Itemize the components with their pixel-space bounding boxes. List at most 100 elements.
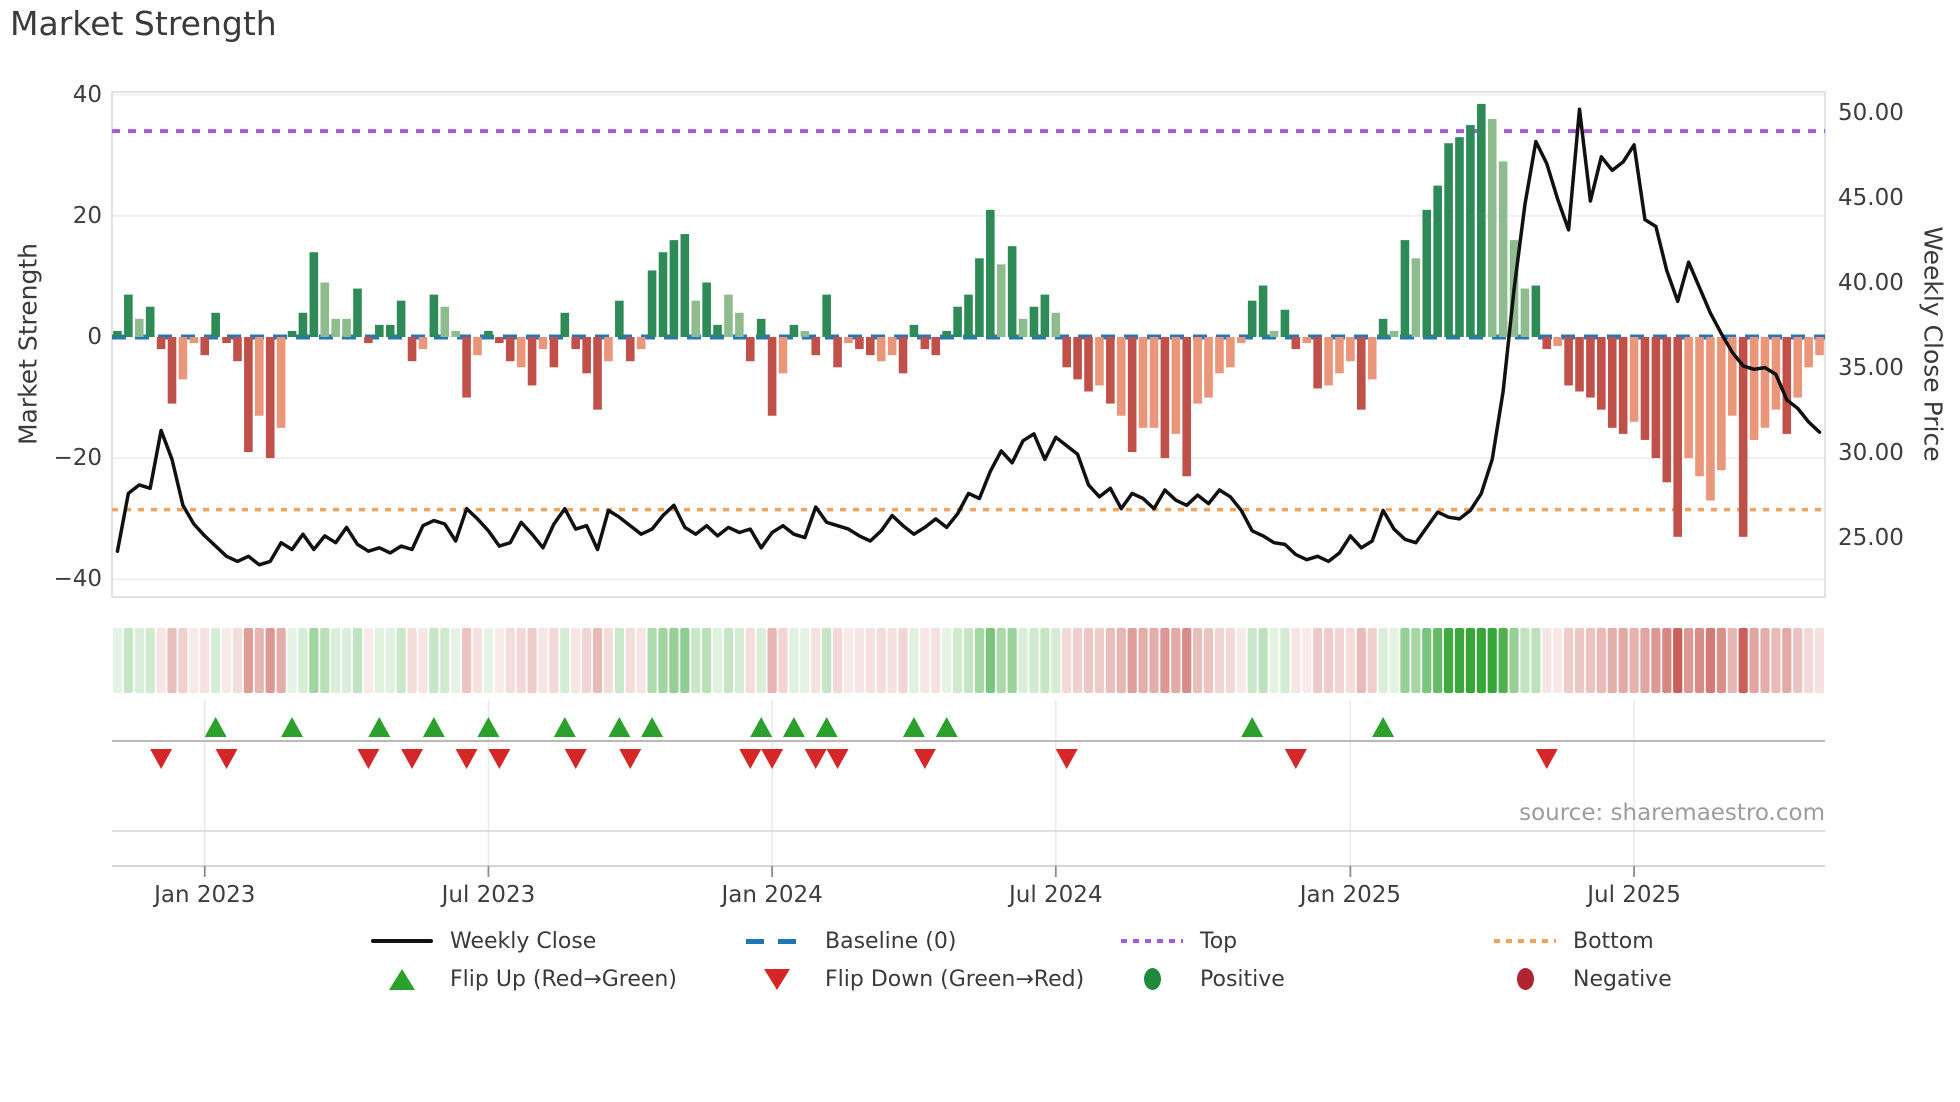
heatmap-cell <box>1433 628 1443 693</box>
strength-bar <box>1051 312 1061 337</box>
strength-bar <box>1007 246 1017 337</box>
strength-bar <box>451 330 460 337</box>
strength-bar <box>1106 337 1115 404</box>
flip-up-marker <box>935 717 958 737</box>
chart-canvas <box>111 91 1826 877</box>
heatmap-cell <box>614 628 624 693</box>
heatmap-cell <box>778 628 788 693</box>
left-axis-tick: 20 <box>72 202 102 229</box>
heatmap-cell <box>1585 628 1596 693</box>
flip-down-marker <box>357 749 380 769</box>
heatmap-cell <box>1465 628 1475 693</box>
heatmap-cell <box>1531 628 1541 693</box>
top-dotted-line-icon <box>1120 939 1184 943</box>
x-axis-tick: Jul 2023 <box>441 882 536 908</box>
strength-bar <box>156 337 166 350</box>
strength-bar <box>931 337 941 356</box>
strength-bar <box>582 337 591 374</box>
strength-bar <box>1815 337 1824 356</box>
heatmap-cell <box>1182 628 1192 693</box>
strength-bar <box>1597 337 1606 410</box>
flip-up-marker <box>1372 717 1395 737</box>
heatmap-cell <box>440 628 450 693</box>
heatmap-cell <box>1618 628 1628 693</box>
heatmap-cell <box>363 628 374 693</box>
heatmap-cell <box>1629 628 1639 693</box>
heatmap-cell <box>287 628 297 693</box>
flip-down-marker <box>1535 749 1558 769</box>
heatmap-cell <box>789 628 799 693</box>
strength-bar <box>385 324 395 337</box>
strength-bar <box>1204 337 1213 398</box>
strength-bar <box>593 337 602 410</box>
strength-bar <box>975 258 984 337</box>
strength-bar <box>407 337 417 362</box>
heatmap-cell <box>1018 628 1028 693</box>
heatmap-cell <box>887 628 897 693</box>
heatmap-cell <box>1280 628 1290 693</box>
strength-bar <box>724 294 733 337</box>
strength-bar <box>604 337 613 362</box>
strength-bar <box>298 312 308 337</box>
strength-bar <box>189 337 199 344</box>
strength-bar <box>615 300 624 337</box>
heatmap-cell <box>1094 628 1105 693</box>
legend-label: Positive <box>1200 966 1285 992</box>
right-axis-tick: 25.00 <box>1838 524 1904 551</box>
heatmap-cell <box>1323 628 1334 693</box>
chart-figure: Market Strength Market Strength Weekly C… <box>0 0 1960 1102</box>
strength-bar <box>1193 337 1202 404</box>
x-axis-tick: Jan 2025 <box>1299 882 1402 908</box>
legend-item-baseline: Baseline (0) <box>745 925 956 957</box>
heatmap-cell <box>854 628 864 693</box>
heatmap-cell <box>1378 628 1388 693</box>
heatmap-cell <box>1498 628 1508 693</box>
strength-bar <box>549 337 559 368</box>
strength-bar <box>505 337 515 362</box>
flip-down-marker <box>826 749 849 769</box>
strength-bar <box>178 337 188 380</box>
strength-bar <box>1706 337 1715 501</box>
strength-bar <box>909 324 919 337</box>
heatmap-cell <box>1029 628 1039 693</box>
heatmap-cell <box>1062 628 1072 693</box>
heatmap-cell <box>1793 628 1803 693</box>
strength-bar <box>735 312 744 337</box>
strength-bar <box>1531 285 1541 337</box>
heatmap-cell <box>996 628 1006 693</box>
strength-bar <box>222 337 231 344</box>
strength-bar <box>942 330 951 337</box>
legend-label: Top <box>1200 928 1238 954</box>
heatmap-cell <box>1236 628 1246 693</box>
strength-bar <box>636 337 646 350</box>
strength-bar <box>1182 337 1192 477</box>
heatmap-cell <box>942 628 952 693</box>
strength-bar <box>309 252 319 337</box>
heatmap-cell <box>1367 628 1377 693</box>
strength-bar <box>1149 337 1159 428</box>
heatmap-cell <box>647 628 657 693</box>
legend-label: Flip Up (Red→Green) <box>450 966 677 992</box>
heatmap-cell <box>1684 628 1694 693</box>
strength-bar <box>953 306 962 337</box>
x-axis-tick: Jan 2023 <box>154 882 256 908</box>
heatmap-cell <box>603 628 614 693</box>
heatmap-cell <box>931 628 941 693</box>
legend-label: Bottom <box>1573 928 1654 954</box>
heatmap-cell <box>582 628 592 693</box>
heatmap-cell <box>876 628 886 693</box>
strength-bar <box>756 318 766 337</box>
strength-bar <box>1651 337 1661 459</box>
strength-bar <box>320 282 330 337</box>
heatmap-cell <box>1422 628 1432 693</box>
heatmap-cell <box>1051 628 1061 693</box>
heatmap-cell <box>1258 628 1268 693</box>
left-axis-tick: −20 <box>53 445 102 472</box>
strength-bar <box>1487 119 1497 338</box>
heatmap-cell <box>112 628 123 693</box>
strength-bar <box>1586 337 1595 398</box>
heatmap-cell <box>1389 628 1399 693</box>
strength-bar <box>484 330 493 337</box>
heatmap-cell <box>1771 628 1781 693</box>
strength-bar <box>833 337 842 368</box>
